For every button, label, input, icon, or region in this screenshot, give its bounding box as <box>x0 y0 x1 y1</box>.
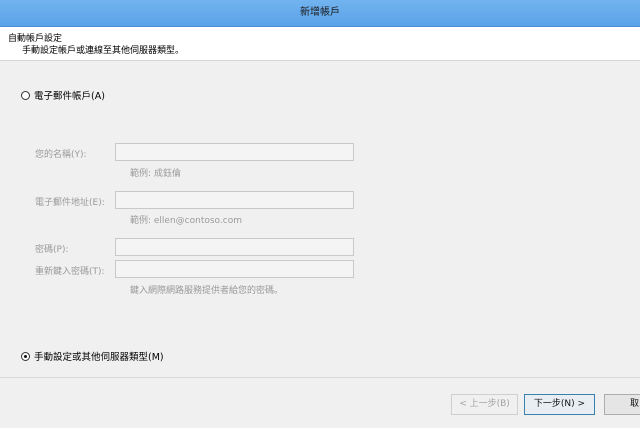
email-account-option[interactable]: 電子郵件帳戶(A) <box>21 88 105 102</box>
email-account-label: 電子郵件帳戶(A) <box>34 91 105 102</box>
content-area: 電子郵件帳戶(A) 您的名稱(Y): 範例: 成鈺倫 電子郵件地址(E): 範例… <box>0 61 640 378</box>
email-label: 電子郵件地址(E): <box>35 198 105 208</box>
name-hint: 範例: 成鈺倫 <box>130 169 181 179</box>
title-bar: 新增帳戶 <box>0 0 640 27</box>
footer: < 上一步(B) 下一步(N) > 取 <box>0 378 640 428</box>
window-title: 新增帳戶 <box>300 7 340 18</box>
manual-setup-radio[interactable] <box>21 351 30 361</box>
password-confirm-field[interactable] <box>115 260 354 278</box>
page-subtitle: 手動設定帳戶或連線至其他伺服器類型。 <box>22 46 185 56</box>
password-confirm-label: 重新鍵入密碼(T): <box>35 267 105 277</box>
back-button[interactable]: < 上一步(B) <box>451 394 518 415</box>
email-field[interactable] <box>115 191 354 209</box>
password-hint: 鍵入網際網路服務提供者給您的密碼。 <box>130 286 284 296</box>
name-label: 您的名稱(Y): <box>35 150 87 160</box>
manual-setup-option[interactable]: 手動設定或其他伺服器類型(M) <box>21 349 164 363</box>
email-account-radio[interactable] <box>21 90 30 100</box>
manual-setup-label: 手動設定或其他伺服器類型(M) <box>34 352 164 363</box>
cancel-button[interactable]: 取 <box>604 394 640 415</box>
page-header: 自動帳戶設定 手動設定帳戶或連線至其他伺服器類型。 <box>0 27 640 61</box>
next-button[interactable]: 下一步(N) > <box>524 394 595 415</box>
password-label: 密碼(P): <box>35 245 69 255</box>
name-field[interactable] <box>115 143 354 161</box>
email-hint: 範例: ellen@contoso.com <box>130 216 242 226</box>
password-field[interactable] <box>115 238 354 256</box>
